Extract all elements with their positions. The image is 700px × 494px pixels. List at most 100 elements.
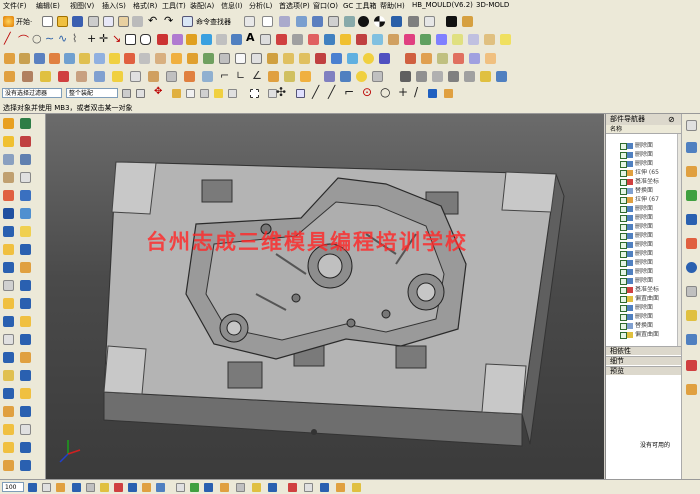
tree-row[interactable]: 偏置曲面 [620, 295, 680, 303]
divide-curve-icon[interactable]: ∟ [236, 69, 245, 82]
zoom-icon[interactable] [312, 16, 323, 27]
line-icon[interactable]: ╱ [4, 32, 11, 45]
pocket-side-icon[interactable] [3, 208, 14, 219]
tree-row[interactable]: 删除面 [620, 205, 680, 213]
sweep-icon[interactable] [372, 34, 383, 45]
angular-dimension-icon[interactable] [299, 53, 310, 64]
sew-icon[interactable] [130, 71, 141, 82]
tree-row[interactable]: 删除面 [620, 250, 680, 258]
resource-library-icon[interactable] [686, 190, 697, 201]
point-icon[interactable]: + [87, 32, 96, 45]
trim-body-icon[interactable] [405, 53, 416, 64]
replace-face-icon[interactable] [49, 53, 60, 64]
menu-analysis[interactable]: 分析(L) [249, 1, 272, 11]
tree-row[interactable]: 拉伸 (67 [620, 196, 680, 204]
curvature-icon[interactable] [480, 71, 491, 82]
pull-face-icon[interactable] [19, 53, 30, 64]
details-section[interactable]: 细节 [606, 356, 682, 365]
touch-mode-icon[interactable] [244, 16, 255, 27]
bottom-clip-icon[interactable] [190, 483, 199, 492]
graphics-viewport[interactable]: 台州志成三维模具编程培训学校 [46, 114, 604, 479]
datum-csys-icon[interactable] [3, 406, 14, 417]
tree-row[interactable]: 删除面 [620, 232, 680, 240]
resource-history-icon[interactable] [686, 238, 697, 249]
layer-side-icon[interactable] [20, 442, 31, 453]
redo-icon[interactable]: ↷ [164, 14, 173, 27]
offset-side-icon[interactable] [20, 298, 31, 309]
bottom-section-icon[interactable] [176, 483, 185, 492]
select-edge-icon[interactable] [214, 89, 223, 98]
revolve-icon[interactable] [356, 34, 367, 45]
render-style-icon[interactable] [374, 16, 385, 27]
bottom-analysis-icon[interactable] [204, 483, 213, 492]
tree-row[interactable]: 删除面 [620, 151, 680, 159]
color-side-icon[interactable] [3, 442, 14, 453]
tree-row[interactable]: 删除面 [620, 277, 680, 285]
sketch-icon[interactable] [3, 118, 14, 129]
tree-row[interactable]: 替换面 [620, 187, 680, 195]
deviation-icon[interactable] [496, 71, 507, 82]
tangent-snap-icon[interactable]: ╱ [328, 85, 335, 99]
measure-side-icon[interactable] [3, 424, 14, 435]
intersect-side-icon[interactable] [3, 298, 14, 309]
polygon-icon[interactable] [140, 34, 151, 45]
tree-row[interactable]: 基准坐标 [620, 286, 680, 294]
rectangle-icon[interactable] [125, 34, 136, 45]
intersect-curve-icon[interactable] [276, 34, 287, 45]
tree-row[interactable]: 删除面 [620, 313, 680, 321]
bottom-show-icon[interactable] [100, 483, 109, 492]
tree-row[interactable]: 删除面 [620, 304, 680, 312]
resource-reuse-icon[interactable] [686, 166, 697, 177]
isoparametric-icon[interactable] [308, 34, 319, 45]
draft-analysis-icon[interactable] [416, 71, 427, 82]
group-face-icon[interactable] [379, 53, 390, 64]
background-icon[interactable] [408, 16, 419, 27]
helix-icon[interactable]: ↘ [112, 32, 121, 45]
thicken-icon[interactable] [94, 71, 105, 82]
split-side-icon[interactable] [20, 262, 31, 273]
unite-side-icon[interactable] [3, 280, 14, 291]
select-all-icon[interactable] [136, 89, 145, 98]
split-body-icon[interactable] [421, 53, 432, 64]
delete-icon[interactable] [132, 16, 143, 27]
bottom-move-icon[interactable] [114, 483, 123, 492]
chamfer-side-icon[interactable] [20, 226, 31, 237]
analysis-side-icon[interactable] [20, 424, 31, 435]
measure-distance-icon[interactable] [432, 71, 443, 82]
menu-assembly[interactable]: 装配(A) [190, 1, 214, 11]
n-sided-surface-icon[interactable] [340, 71, 351, 82]
resource-part-nav-icon[interactable] [686, 142, 697, 153]
bottom-hide-icon[interactable] [86, 483, 95, 492]
layer-icon[interactable] [424, 16, 435, 27]
snap-view-icon[interactable] [279, 16, 290, 27]
filter-reset-icon[interactable] [122, 89, 131, 98]
make-perpendicular-icon[interactable] [267, 53, 278, 64]
subtract-side-icon[interactable] [20, 280, 31, 291]
offset-surface-icon[interactable] [112, 71, 123, 82]
hole-side-icon[interactable] [3, 190, 14, 201]
cut-face-icon[interactable] [124, 53, 135, 64]
quadrant-snap-icon[interactable]: ○ [380, 85, 390, 99]
intersection-snap-icon[interactable]: + [398, 85, 408, 99]
ellipse-icon[interactable] [157, 34, 168, 45]
paste-icon[interactable] [118, 16, 129, 27]
move-handle-icon[interactable]: ✣ [276, 85, 286, 99]
studio-surface-icon[interactable] [356, 71, 367, 82]
datum-axis-icon[interactable] [20, 388, 31, 399]
center-snap-icon[interactable]: ⊙ [362, 85, 372, 99]
assembly-filter-select[interactable]: 整个装配 [66, 88, 118, 98]
cone-icon[interactable] [3, 172, 14, 183]
join-curve-icon[interactable] [231, 34, 242, 45]
make-coaxial-icon[interactable] [203, 53, 214, 64]
resource-system-icon[interactable] [686, 286, 697, 297]
edge-blend-icon[interactable] [40, 71, 51, 82]
move-face-icon[interactable] [4, 53, 15, 64]
replace-side-icon[interactable] [3, 316, 14, 327]
pattern-side-icon[interactable] [20, 334, 31, 345]
shell-side-icon[interactable] [3, 244, 14, 255]
sew-side-icon[interactable] [20, 352, 31, 363]
tree-row[interactable]: 偏置曲面 [620, 331, 680, 339]
extrude-side-icon[interactable] [3, 136, 14, 147]
zoom-fit-icon[interactable] [296, 16, 307, 27]
point-side-icon[interactable] [20, 406, 31, 417]
